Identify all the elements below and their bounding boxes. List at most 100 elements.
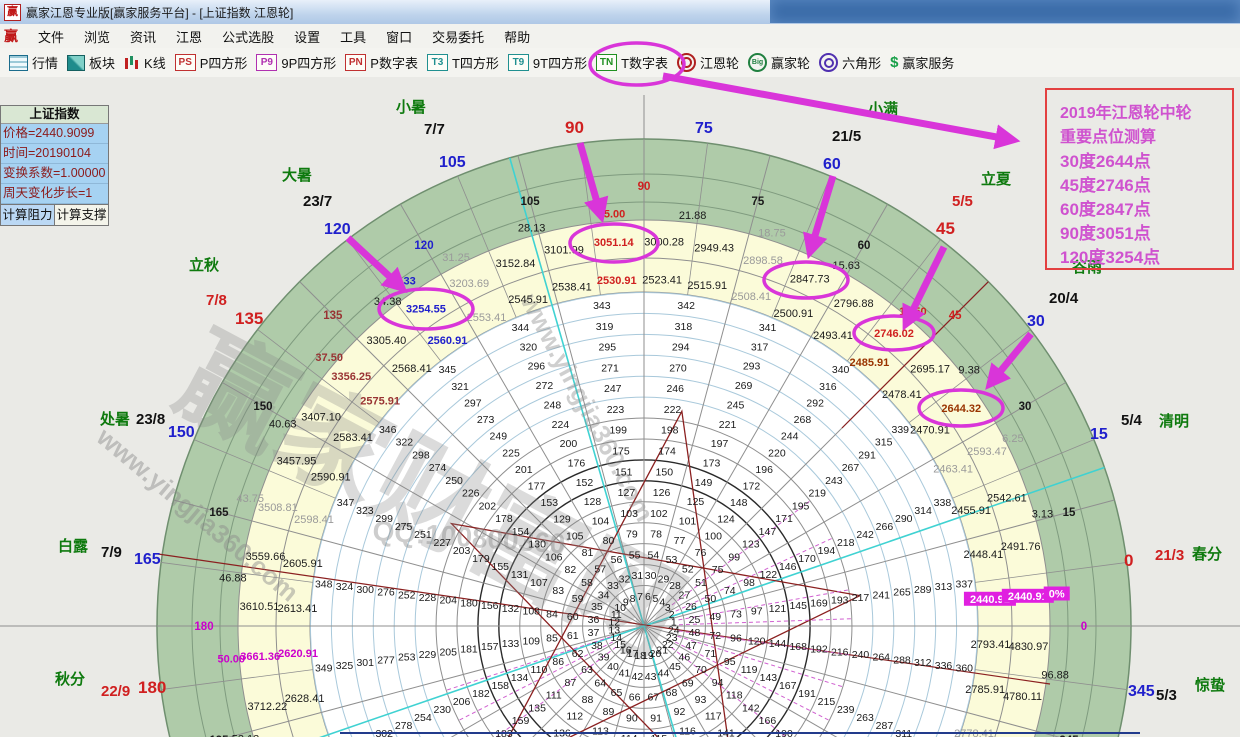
toolbar-label: P数字表 bbox=[370, 53, 418, 72]
svg-text:59: 59 bbox=[572, 593, 584, 605]
svg-text:241: 241 bbox=[872, 589, 890, 601]
svg-text:181: 181 bbox=[460, 644, 478, 656]
wheel-outer-label: 7/7 bbox=[424, 121, 445, 138]
svg-text:244: 244 bbox=[781, 431, 799, 443]
menu-item-5[interactable]: 设置 bbox=[284, 25, 330, 48]
wheel-outer-label: 小满 bbox=[868, 100, 898, 118]
svg-text:149: 149 bbox=[695, 477, 713, 489]
toolbar-item-T四方形[interactable]: T3T四方形 bbox=[427, 53, 499, 72]
menu-item-0[interactable]: 文件 bbox=[28, 25, 74, 48]
svg-text:153: 153 bbox=[541, 497, 559, 509]
svg-text:110: 110 bbox=[531, 664, 548, 676]
svg-text:194: 194 bbox=[818, 545, 836, 557]
menu-item-1[interactable]: 浏览 bbox=[74, 25, 120, 48]
menu-item-8[interactable]: 交易委托 bbox=[422, 25, 494, 48]
svg-text:26: 26 bbox=[685, 601, 697, 613]
svg-text:126: 126 bbox=[653, 487, 671, 499]
toolbar-item-T数字表[interactable]: TNT数字表 bbox=[596, 53, 668, 72]
svg-text:21.88: 21.88 bbox=[679, 210, 707, 222]
svg-text:177: 177 bbox=[528, 480, 546, 492]
menu-item-2[interactable]: 资讯 bbox=[120, 25, 166, 48]
svg-text:171: 171 bbox=[775, 513, 793, 525]
toolbar-item-赢家轮[interactable]: Big赢家轮 bbox=[748, 53, 810, 72]
toolbar-label: T四方形 bbox=[452, 53, 499, 72]
svg-text:266: 266 bbox=[876, 521, 894, 533]
svg-text:60: 60 bbox=[858, 240, 871, 252]
svg-text:124: 124 bbox=[717, 514, 735, 526]
svg-text:322: 322 bbox=[396, 437, 414, 449]
svg-text:178: 178 bbox=[495, 513, 513, 525]
svg-text:46: 46 bbox=[679, 652, 691, 664]
svg-text:3559.66: 3559.66 bbox=[246, 551, 286, 563]
svg-text:2542.61: 2542.61 bbox=[987, 492, 1027, 504]
svg-text:215: 215 bbox=[818, 696, 836, 708]
wheel-outer-label: 春分 bbox=[1192, 545, 1222, 563]
hexagon-icon bbox=[819, 53, 838, 72]
svg-text:174: 174 bbox=[658, 446, 676, 458]
svg-text:62: 62 bbox=[572, 648, 584, 660]
svg-text:3661.36: 3661.36 bbox=[240, 651, 280, 663]
calc-resistance-button[interactable]: 计算阻力 bbox=[1, 204, 55, 225]
toolbar-item-9T四方形[interactable]: T99T四方形 bbox=[508, 53, 587, 72]
svg-text:268: 268 bbox=[794, 414, 812, 426]
svg-text:2478.41: 2478.41 bbox=[882, 389, 922, 401]
wheel-outer-label: 惊蛰 bbox=[1195, 676, 1225, 694]
svg-text:147: 147 bbox=[759, 526, 777, 538]
toolbar-item-P四方形[interactable]: PSP四方形 bbox=[175, 53, 248, 72]
note-box: 2019年江恩轮中轮重要点位测算30度2644点45度2746点60度2847点… bbox=[1045, 88, 1234, 270]
svg-text:32: 32 bbox=[619, 573, 631, 585]
toolbar-label: K线 bbox=[144, 53, 166, 72]
svg-text:8: 8 bbox=[630, 593, 636, 605]
svg-text:72: 72 bbox=[709, 630, 721, 642]
toolbar-item-行情[interactable]: 行情 bbox=[9, 53, 58, 72]
menu-item-4[interactable]: 公式选股 bbox=[212, 25, 284, 48]
menu-item-3[interactable]: 江恩 bbox=[166, 25, 212, 48]
svg-text:337: 337 bbox=[955, 578, 973, 590]
svg-text:25: 25 bbox=[689, 614, 701, 626]
svg-text:29: 29 bbox=[658, 573, 670, 585]
toolbar-item-江恩轮[interactable]: 江恩轮 bbox=[677, 53, 739, 72]
svg-text:272: 272 bbox=[536, 380, 554, 392]
svg-text:133: 133 bbox=[502, 638, 520, 650]
svg-text:247: 247 bbox=[604, 383, 622, 395]
svg-text:56: 56 bbox=[611, 554, 623, 566]
toolbar-item-P数字表[interactable]: PNP数字表 bbox=[345, 53, 418, 72]
svg-text:191: 191 bbox=[798, 688, 816, 700]
svg-text:346: 346 bbox=[379, 424, 397, 436]
svg-text:50.00: 50.00 bbox=[218, 653, 246, 665]
wheel-outer-label: 15 bbox=[1090, 426, 1108, 443]
toolbar-item-六角形[interactable]: 六角形 bbox=[819, 53, 881, 72]
toolbar-item-板块[interactable]: 板块 bbox=[67, 53, 115, 72]
menu-item-7[interactable]: 窗口 bbox=[376, 25, 422, 48]
svg-text:225: 225 bbox=[502, 447, 520, 459]
svg-text:3: 3 bbox=[665, 602, 671, 614]
svg-text:2538.41: 2538.41 bbox=[552, 282, 592, 294]
toolbar-item-9P四方形[interactable]: P99P四方形 bbox=[256, 53, 336, 72]
menu-item-9[interactable]: 帮助 bbox=[494, 25, 540, 48]
svg-text:220: 220 bbox=[768, 447, 786, 459]
svg-text:28.13: 28.13 bbox=[518, 223, 546, 235]
svg-text:87: 87 bbox=[565, 677, 577, 689]
svg-text:159: 159 bbox=[512, 715, 530, 727]
svg-text:146: 146 bbox=[779, 561, 797, 573]
svg-text:91: 91 bbox=[650, 712, 662, 724]
svg-text:2746.02: 2746.02 bbox=[874, 328, 914, 340]
svg-text:154: 154 bbox=[512, 526, 530, 538]
svg-text:96.88: 96.88 bbox=[1041, 670, 1069, 682]
calc-support-button[interactable]: 计算支撑 bbox=[55, 204, 108, 225]
main-toolbar: 行情板块 K线 PSP四方形 P99P四方形 PNP数字表 T3T四方形 T99T四方形 TN… bbox=[0, 48, 1240, 78]
svg-text:170: 170 bbox=[798, 553, 816, 565]
toolbar-label: P四方形 bbox=[200, 53, 248, 72]
svg-text:2568.41: 2568.41 bbox=[392, 363, 432, 375]
toolbar-item-赢家服务[interactable]: $赢家服务 bbox=[890, 53, 954, 72]
menu-item-6[interactable]: 工具 bbox=[330, 25, 376, 48]
svg-text:345: 345 bbox=[439, 364, 457, 376]
toolbar-item-K线[interactable]: K线 bbox=[124, 53, 166, 72]
svg-text:31: 31 bbox=[632, 570, 644, 582]
svg-text:98: 98 bbox=[743, 577, 755, 589]
svg-text:293: 293 bbox=[743, 361, 761, 373]
svg-text:292: 292 bbox=[806, 397, 824, 409]
svg-text:341: 341 bbox=[759, 322, 777, 334]
svg-text:127: 127 bbox=[618, 487, 636, 499]
badge: PS bbox=[175, 54, 196, 71]
